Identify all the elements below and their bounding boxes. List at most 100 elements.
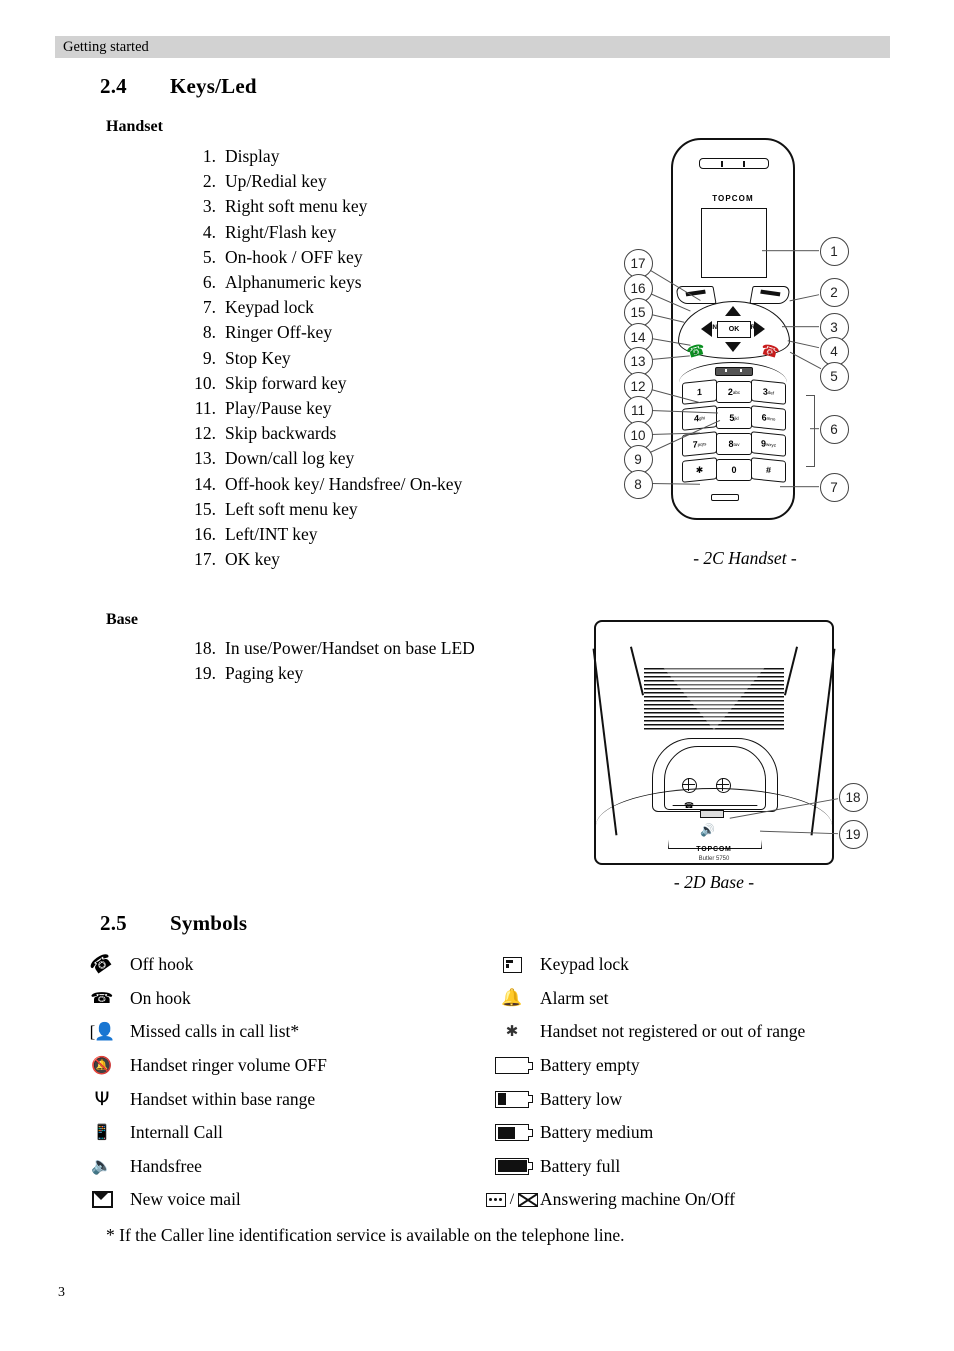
symbol-row: ☎ Off hook [74,948,327,982]
symbol-label: Alarm set [540,987,609,1008]
callout-leader-line [780,486,819,488]
list-item-label: OK key [225,549,280,570]
list-item: 7. Keypad lock [186,295,462,320]
symbol-row: 🔈 Handsfree [74,1150,327,1184]
symbol-row: ☎ On hook [74,982,327,1016]
base-illustration: ☎ 🔊 TOPCOM Butler 5750 [592,620,836,865]
list-item-label: Display [225,146,280,166]
symbol-label: New voice mail [130,1189,241,1210]
callout-7: 7 [819,472,849,502]
keypad-row: ✱ 0 # [682,457,786,483]
list-item: 1. Display [186,144,462,169]
list-item: 16. Left/INT key [186,522,462,547]
list-item-label: Ringer Off-key [225,322,333,343]
symbol-icon-cell: [👤 [74,1022,130,1042]
list-item: 17. OK key [186,547,462,572]
list-item-label: Skip forward key [225,372,347,393]
section-number: 2.5 [100,911,127,935]
section-heading-symbols: 2.5 Symbols [100,911,247,936]
callout-5: 5 [819,361,849,391]
list-item-number: 1. [202,146,216,166]
section-title: Keys/Led [170,74,257,98]
symbol-label: Handset not registered or out of range [540,1021,806,1042]
symbol-row: Battery full [484,1150,805,1184]
nav-r-label: R [750,325,755,331]
list-item: 2. Up/Redial key [186,169,462,194]
handset-illustration: TOPCOM INT R OK ☎ ☎ 1 2 abc 3 def 4 ghi 5 jkl 6 mn… [671,138,795,520]
list-item-number: 10. [194,372,216,393]
section-heading-keys-led: 2.4 Keys/Led [100,74,257,99]
alarm-bell-icon: 🔔 [501,988,523,1008]
answering-machine-separator: / [509,1190,515,1208]
symbol-label: On hook [130,987,191,1008]
symbol-label: Battery low [540,1088,623,1109]
missed-calls-icon: [👤 [89,1021,116,1041]
list-item-label: Stop Key [225,347,291,368]
list-item: 8. Ringer Off-key [186,320,462,345]
list-item-number: 5. [202,246,216,267]
list-item-number: 16. [194,524,216,545]
symbols-left-column: ☎ Off hook ☎ On hook [👤 Missed calls in call … [74,948,327,1217]
symbol-label: Handset within base range [130,1088,316,1109]
keypad-row: 7 pqrs 8 tuv 9 wxyz [682,431,786,457]
symbol-icon-cell: / [484,1191,540,1209]
symbol-icon-cell: 📱 [74,1123,130,1142]
base-figure-caption: - 2D Base - [673,872,755,892]
callout-leader-line [782,326,819,328]
symbol-row: Keypad lock [484,948,805,982]
symbol-row: New voice mail [74,1183,327,1217]
list-item: 6. Alphanumeric keys [186,270,462,295]
symbol-label: Off hook [130,954,194,975]
base-paging-key-icon: 🔊 [700,823,715,837]
answering-machine-off-icon [518,1192,539,1207]
handsfree-speaker-icon: 🔈 [91,1156,113,1176]
list-item: 10. Skip forward key [186,371,462,396]
handset-key-list: 1. Display 2. Up/Redial key 3. Right soft men… [186,144,462,572]
keypad-key-3: 3 def [751,379,786,405]
list-item-label: Keypad lock [225,297,314,318]
list-item: 5. On-hook / OFF key [186,245,462,270]
keypad-key-2: 2 abc [716,381,752,403]
symbol-icon-cell [74,1191,130,1209]
callout-18: 18 [838,782,868,812]
antenna-in-range-icon: Ψ [94,1088,110,1111]
manual-page: Getting started 2.4 Keys/Led Handset 1. Di… [0,0,954,1351]
list-item-number: 11. [194,398,216,419]
list-item-label: Left/INT key [225,524,318,545]
keypad-key-8: 8 tuv [716,433,752,455]
handset-display-screen [701,208,767,278]
symbol-row: / Answering machine On/Off [484,1183,805,1217]
list-item-label: Skip backwards [225,423,337,444]
list-item: 18. In use/Power/Handset on base LED [186,636,475,661]
symbol-label: Handset ringer volume OFF [130,1055,327,1076]
list-item-number: 13. [194,448,216,469]
base-key-list: 18. In use/Power/Handset on base LED 19. Pa… [186,636,475,686]
list-item-label: Right soft menu key [225,196,368,217]
handset-on-base-icon: ☎ [684,801,694,810]
keypad-row: 1 2 abc 3 def [682,379,786,405]
off-hook-icon: ☎ [86,949,118,981]
handset-right-soft-key [749,286,791,304]
list-item-label: Up/Redial key [225,171,327,192]
nav-ok-button: OK [717,321,751,338]
symbol-row: ✱ Handset not registered or out of range [484,1015,806,1049]
symbol-icon-cell [484,1157,540,1175]
symbol-row: 📱 Internall Call [74,1116,327,1150]
symbol-row: 🔕 Handset ringer volume OFF [74,1049,327,1083]
list-item-number: 6. [202,272,216,293]
base-model-label: Butler 5750 [698,856,730,862]
callout-8: 8 [623,469,653,499]
keypad-key-4: 4 ghi [682,405,717,431]
callout-1: 1 [819,236,849,266]
list-item-label: Right/Flash key [225,221,337,242]
list-item-number: 19. [194,663,216,684]
symbol-icon-cell: 🔈 [74,1156,130,1176]
symbol-row: Battery medium [484,1116,805,1150]
battery-low-icon [495,1090,533,1108]
keypad-key-✱: ✱ [682,457,717,483]
symbol-icon-cell [484,1057,540,1075]
callout-6: 6 [819,414,849,444]
list-item: 14. Off-hook key/ Handsfree/ On-key [186,472,462,497]
nav-down-arrow-icon [725,342,741,352]
running-header-text: Getting started [63,39,149,55]
